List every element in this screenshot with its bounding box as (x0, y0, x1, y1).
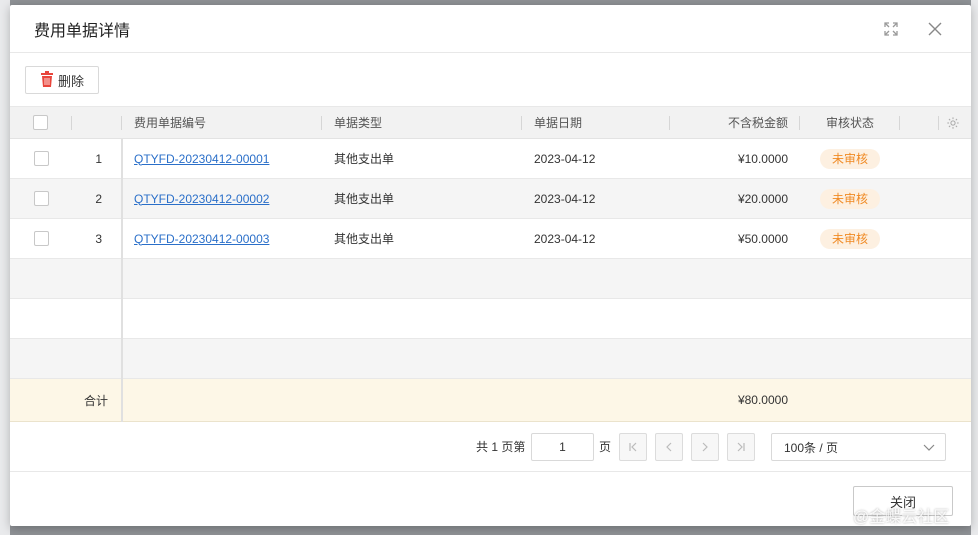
bill-no-link[interactable]: QTYFD-20230412-00003 (134, 232, 269, 246)
empty-row (10, 299, 971, 339)
page-size-value: 100条 / 页 (784, 440, 839, 455)
page-number-input[interactable] (531, 433, 594, 461)
next-page-icon[interactable] (691, 433, 719, 461)
total-pages-text: 共 1 页第 (476, 440, 526, 454)
row-checkbox[interactable] (34, 191, 49, 206)
summary-row: 合计 ¥80.0000 (10, 379, 971, 422)
dialog-title: 费用单据详情 (34, 22, 131, 40)
select-all-checkbox[interactable] (33, 115, 48, 130)
status-badge: 未审核 (819, 148, 880, 169)
row-index: 3 (95, 231, 102, 246)
prev-page-icon[interactable] (655, 433, 683, 461)
status-badge: 未审核 (819, 188, 880, 209)
watermark: @金蝶云社区 (853, 509, 950, 526)
chevron-down-icon (923, 441, 935, 456)
amount: ¥10.0000 (737, 151, 788, 166)
page-size-select[interactable]: 100条 / 页 (771, 433, 946, 461)
header-bill-type[interactable]: 单据类型 (334, 107, 382, 138)
backdrop-strip (0, 0, 10, 535)
bill-date: 2023-04-12 (534, 231, 596, 246)
bill-date: 2023-04-12 (534, 191, 596, 206)
table-row[interactable]: 1 QTYFD-20230412-00001 其他支出单 2023-04-12 … (10, 139, 971, 179)
table-row[interactable]: 2 QTYFD-20230412-00002 其他支出单 2023-04-12 … (10, 179, 971, 219)
table-row[interactable]: 3 QTYFD-20230412-00003 其他支出单 2023-04-12 … (10, 219, 971, 259)
table-header: 费用单据编号 单据类型 单据日期 不含税金额 审核状态 (10, 107, 971, 139)
first-page-icon[interactable] (619, 433, 647, 461)
amount: ¥20.0000 (737, 191, 788, 206)
delete-button[interactable]: 删除 (25, 66, 100, 94)
row-checkbox[interactable] (34, 151, 49, 166)
delete-label: 删除 (58, 73, 85, 89)
settings-gear-icon[interactable] (946, 107, 960, 138)
close-icon[interactable] (923, 17, 947, 41)
bill-detail-dialog: 费用单据详情 删除 费用单据编号 单据类型 单据日期 不含税金额 审核状态 1 … (10, 5, 971, 526)
bill-type: 其他支出单 (334, 192, 395, 206)
expand-icon[interactable] (879, 17, 903, 41)
header-bill-date[interactable]: 单据日期 (534, 107, 582, 138)
last-page-icon[interactable] (727, 433, 755, 461)
dialog-footer: 关闭 (10, 472, 971, 526)
pagination: 共 1 页第 页 100条 / 页 (10, 422, 971, 472)
empty-row (10, 259, 971, 299)
bill-no-link[interactable]: QTYFD-20230412-00001 (134, 152, 269, 166)
trash-icon (40, 70, 54, 90)
summary-label: 合计 (83, 393, 108, 408)
header-bill-no[interactable]: 费用单据编号 (134, 107, 206, 138)
toolbar: 删除 (10, 53, 971, 107)
bill-type: 其他支出单 (334, 152, 395, 166)
dialog-header: 费用单据详情 (10, 5, 971, 53)
bill-type: 其他支出单 (334, 232, 395, 246)
bill-no-link[interactable]: QTYFD-20230412-00002 (134, 192, 269, 206)
bill-table: 费用单据编号 单据类型 单据日期 不含税金额 审核状态 1 QTYFD-2023… (10, 107, 971, 422)
summary-amount: ¥80.0000 (737, 393, 788, 407)
header-status[interactable]: 审核状态 (800, 107, 900, 138)
header-amount[interactable]: 不含税金额 (670, 107, 788, 138)
frozen-column-divider (121, 139, 123, 422)
page-suffix: 页 (599, 440, 612, 454)
empty-row (10, 339, 971, 379)
row-checkbox[interactable] (34, 231, 49, 246)
row-index: 1 (95, 151, 102, 166)
row-index: 2 (95, 191, 102, 206)
backdrop-strip (971, 0, 978, 535)
amount: ¥50.0000 (737, 231, 788, 246)
bill-date: 2023-04-12 (534, 151, 596, 166)
status-badge: 未审核 (819, 228, 880, 249)
